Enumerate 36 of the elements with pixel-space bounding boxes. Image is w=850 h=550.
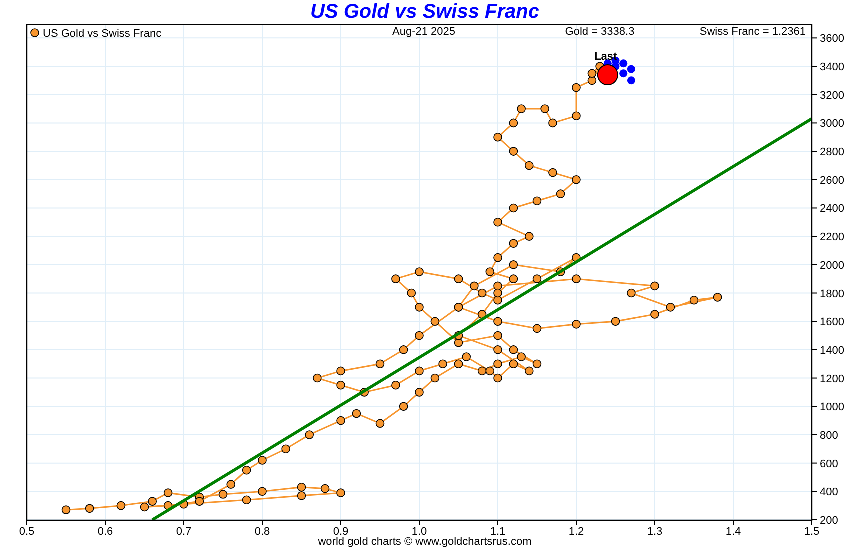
x-tick-label: 1.4 xyxy=(726,526,742,536)
annotation-label: Last xyxy=(594,51,618,64)
y-tick-label: 3000 xyxy=(820,118,844,130)
y-tick-label: 1800 xyxy=(820,288,844,300)
x-tick-label: 0.9 xyxy=(333,526,349,536)
y-tick-label: 2400 xyxy=(820,203,844,216)
x-tick-label: 0.7 xyxy=(176,526,192,536)
y-tick-label: 2200 xyxy=(820,232,844,244)
y-tick-label: 3600 xyxy=(820,33,844,46)
y-tick-label: 200 xyxy=(820,515,838,527)
rate-reading: Swiss Franc = 1.2361 xyxy=(700,26,806,38)
y-tick-label: 800 xyxy=(820,430,838,442)
chart-title: US Gold vs Swiss Franc xyxy=(310,2,540,22)
y-tick-label: 3200 xyxy=(820,90,844,102)
x-tick-label: 0.5 xyxy=(19,526,35,536)
x-tick-label: 0.6 xyxy=(98,526,114,536)
y-tick-label: 1400 xyxy=(820,344,844,357)
y-tick-label: 2000 xyxy=(820,260,844,272)
credit-text: world gold charts © www.goldchartsrus.com xyxy=(318,536,532,549)
price-reading: Gold = 3338.3 xyxy=(565,26,635,38)
x-tick-label: 1.0 xyxy=(412,526,428,536)
date-text: Aug-21 2025 xyxy=(392,26,456,38)
y-tick-label: 2600 xyxy=(820,174,844,187)
y-tick-label: 2800 xyxy=(820,146,844,159)
x-tick-label: 0.8 xyxy=(254,526,270,536)
x-tick-label: 1.3 xyxy=(647,526,663,536)
y-tick-label: 3400 xyxy=(820,62,844,74)
y-tick-label: 400 xyxy=(820,486,838,499)
y-tick-label: 600 xyxy=(820,458,838,470)
x-tick-label: 1.1 xyxy=(490,526,506,536)
x-tick-label: 1.2 xyxy=(568,526,584,536)
y-tick-label: 1600 xyxy=(820,316,844,329)
x-tick-label: 1.5 xyxy=(804,526,820,536)
y-tick-label: 1200 xyxy=(820,373,844,386)
y-tick-label: 1000 xyxy=(820,402,844,414)
legend-label: US Gold vs Swiss Franc xyxy=(43,28,162,40)
